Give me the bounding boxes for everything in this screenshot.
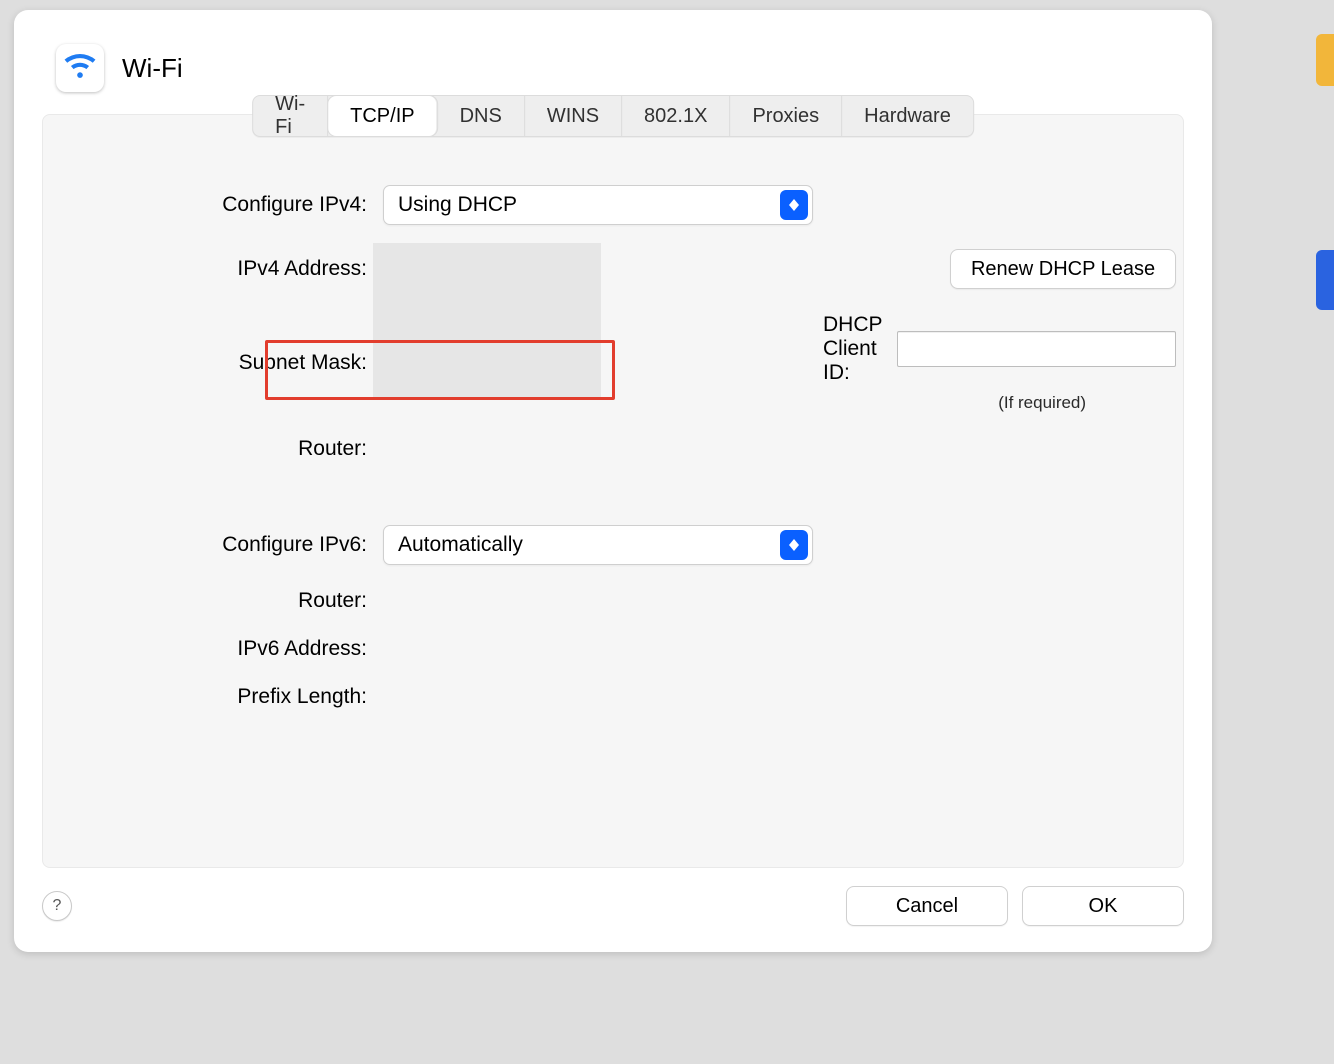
chevron-updown-icon — [780, 530, 808, 560]
tab-proxies[interactable]: Proxies — [730, 96, 842, 136]
configure-ipv6-select[interactable]: Automatically — [383, 525, 813, 565]
tab-wifi[interactable]: Wi-Fi — [253, 96, 328, 136]
subnet-mask-label: Subnet Mask: — [83, 351, 373, 375]
tab-8021x[interactable]: 802.1X — [622, 96, 730, 136]
background-window-sliver — [1316, 250, 1334, 310]
configure-ipv6-label: Configure IPv6: — [83, 533, 373, 557]
ipv6-router-label: Router: — [83, 589, 373, 613]
dhcp-client-id-label: DHCP Client ID: — [823, 313, 885, 385]
tcpip-form: Configure IPv4: Using DHCP IPv4 Address:… — [43, 115, 1183, 739]
ok-button[interactable]: OK — [1022, 886, 1184, 926]
configure-ipv4-select[interactable]: Using DHCP — [383, 185, 813, 225]
ipv4-router-label: Router: — [83, 437, 373, 461]
configure-ipv4-label: Configure IPv4: — [83, 193, 373, 217]
wifi-advanced-window: Wi-Fi Wi-Fi TCP/IP DNS WINS 802.1X Proxi… — [14, 10, 1212, 952]
tab-dns[interactable]: DNS — [438, 96, 525, 136]
dhcp-client-id-field[interactable] — [897, 331, 1176, 367]
ipv6-address-label: IPv6 Address: — [83, 637, 373, 661]
renew-dhcp-lease-button[interactable]: Renew DHCP Lease — [950, 249, 1176, 289]
tab-tcpip[interactable]: TCP/IP — [328, 96, 437, 136]
redacted-router-value — [373, 348, 601, 390]
tab-hardware[interactable]: Hardware — [842, 96, 973, 136]
page-title: Wi-Fi — [122, 53, 183, 84]
wifi-icon — [56, 44, 104, 92]
configure-ipv6-value: Automatically — [384, 533, 537, 557]
background-window-sliver — [1316, 34, 1334, 86]
prefix-length-label: Prefix Length: — [83, 685, 373, 709]
chevron-updown-icon — [780, 190, 808, 220]
dialog-footer: ? Cancel OK — [14, 868, 1212, 952]
settings-panel: Wi-Fi TCP/IP DNS WINS 802.1X Proxies Har… — [42, 114, 1184, 868]
tab-bar: Wi-Fi TCP/IP DNS WINS 802.1X Proxies Har… — [252, 95, 974, 137]
tab-wins[interactable]: WINS — [525, 96, 622, 136]
dhcp-if-required-hint: (If required) — [908, 393, 1176, 413]
help-button[interactable]: ? — [42, 891, 72, 921]
configure-ipv4-value: Using DHCP — [384, 193, 531, 217]
ipv4-address-label: IPv4 Address: — [83, 257, 373, 281]
cancel-button[interactable]: Cancel — [846, 886, 1008, 926]
